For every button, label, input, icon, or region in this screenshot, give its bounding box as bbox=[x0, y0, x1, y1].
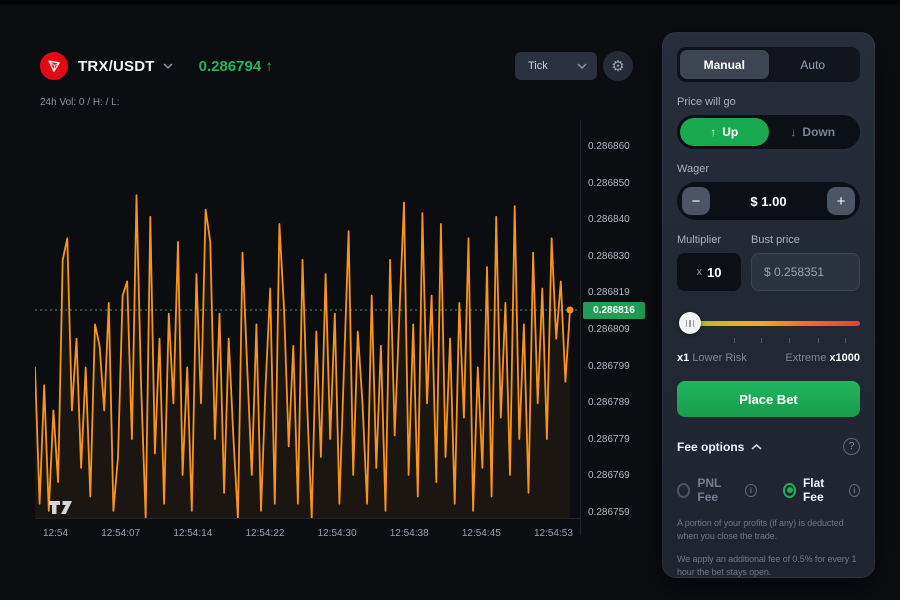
chart-settings-button[interactable]: ⚙ bbox=[603, 51, 633, 81]
up-button[interactable]: ↑ Up bbox=[680, 118, 769, 146]
chevron-down-icon bbox=[163, 63, 173, 69]
y-tick: 0.286769 bbox=[588, 471, 648, 481]
fee-description-2: We apply an additional fee of 0.5% for e… bbox=[677, 553, 860, 579]
y-tick: 0.286819 bbox=[588, 288, 648, 298]
x-tick: 12:54:45 bbox=[462, 528, 501, 539]
minus-icon: − bbox=[692, 193, 701, 210]
last-price: 0.286794 ↑ bbox=[199, 58, 273, 75]
wager-value[interactable]: $ 1.00 bbox=[750, 194, 786, 209]
tab-auto[interactable]: Auto bbox=[769, 50, 858, 79]
x-tick: 12:54 bbox=[43, 528, 68, 539]
top-strip bbox=[0, 0, 900, 5]
risk-slider[interactable] bbox=[677, 312, 860, 336]
x-tick: 12:54:22 bbox=[245, 528, 284, 539]
risk-min-mult: x1 bbox=[677, 352, 689, 364]
help-icon: ? bbox=[849, 441, 855, 452]
y-axis-labels: 0.286860 0.286850 0.286840 0.286830 0.28… bbox=[588, 142, 648, 518]
fee-options-toggle[interactable]: Fee options bbox=[677, 440, 762, 454]
bet-panel: Manual Auto Price will go ↑ Up ↓ Down Wa… bbox=[662, 32, 875, 578]
risk-max-label: Extreme bbox=[785, 352, 826, 364]
y-tick: 0.286759 bbox=[588, 508, 648, 518]
interval-dropdown[interactable]: Tick bbox=[515, 52, 597, 80]
down-arrow-icon: ↓ bbox=[790, 125, 796, 139]
chevron-up-icon bbox=[751, 444, 762, 450]
x-tick: 12:54:38 bbox=[390, 528, 429, 539]
interval-value: Tick bbox=[528, 60, 548, 72]
price-line-chart bbox=[35, 120, 580, 518]
radio-on-icon bbox=[783, 483, 796, 498]
up-arrow-icon: ↑ bbox=[710, 125, 716, 139]
risk-max-mult: x1000 bbox=[829, 352, 860, 364]
fee-help-button[interactable]: ? bbox=[843, 438, 860, 455]
chevron-down-icon bbox=[577, 63, 587, 69]
multiplier-label: Multiplier bbox=[677, 234, 741, 246]
y-tick: 0.286860 bbox=[588, 142, 648, 152]
bust-price-field[interactable]: $ 0.258351 bbox=[751, 253, 860, 291]
gear-icon: ⚙ bbox=[611, 57, 624, 75]
fee-description-1: A portion of your profits (if any) is de… bbox=[677, 517, 860, 543]
flat-fee-radio[interactable]: Flat Fee i bbox=[783, 476, 860, 504]
pair-header: TRX/USDT 0.286794 ↑ bbox=[40, 52, 273, 80]
y-tick: 0.286799 bbox=[588, 362, 648, 372]
price-up-arrow-icon: ↑ bbox=[265, 58, 273, 75]
wager-increase-button[interactable]: + bbox=[827, 187, 855, 215]
direction-label: Price will go bbox=[677, 96, 860, 108]
y-tick: 0.286830 bbox=[588, 252, 648, 262]
trading-app: TRX/USDT 0.286794 ↑ 24h Vol: 0 / H: / L:… bbox=[0, 0, 900, 600]
risk-scale-labels: x1 Lower Risk Extreme x1000 bbox=[677, 352, 860, 364]
risk-slider-ticks bbox=[677, 338, 860, 344]
y-tick: 0.286840 bbox=[588, 215, 648, 225]
x-tick: 12:54:14 bbox=[173, 528, 212, 539]
risk-slider-handle[interactable] bbox=[679, 312, 701, 334]
x-tick: 12:54:53 bbox=[534, 528, 573, 539]
fee-type-radios: PNL Fee i Flat Fee i bbox=[677, 476, 860, 504]
daily-stats: 24h Vol: 0 / H: / L: bbox=[40, 97, 120, 108]
place-bet-button[interactable]: Place Bet bbox=[677, 381, 860, 417]
pnl-fee-radio[interactable]: PNL Fee i bbox=[677, 476, 757, 504]
y-tick: 0.286789 bbox=[588, 398, 648, 408]
current-price-badge: 0.286816 bbox=[583, 302, 645, 319]
pair-name: TRX/USDT bbox=[78, 58, 155, 75]
info-icon: i bbox=[745, 484, 756, 497]
tab-manual[interactable]: Manual bbox=[680, 50, 769, 79]
fee-options-header: Fee options ? bbox=[677, 438, 860, 455]
direction-toggle: ↑ Up ↓ Down bbox=[677, 115, 860, 149]
pair-selector[interactable]: TRX/USDT bbox=[78, 58, 173, 75]
multiplier-input[interactable]: x 10 bbox=[677, 253, 741, 291]
trx-logo-icon bbox=[40, 52, 68, 80]
plus-icon: + bbox=[837, 193, 846, 210]
risk-min-label: Lower Risk bbox=[692, 352, 746, 364]
x-axis-labels: 12:54 12:54:07 12:54:14 12:54:22 12:54:3… bbox=[43, 528, 573, 539]
down-button[interactable]: ↓ Down bbox=[769, 118, 858, 146]
tradingview-logo[interactable] bbox=[48, 500, 75, 520]
x-tick: 12:54:07 bbox=[101, 528, 140, 539]
wager-label: Wager bbox=[677, 163, 860, 175]
y-tick: 0.286809 bbox=[588, 325, 648, 335]
wager-decrease-button[interactable]: − bbox=[682, 187, 710, 215]
x-tick: 12:54:30 bbox=[318, 528, 357, 539]
y-tick: 0.286779 bbox=[588, 435, 648, 445]
y-tick: 0.286850 bbox=[588, 179, 648, 189]
x-axis-line bbox=[35, 518, 581, 519]
wager-input[interactable]: − $ 1.00 + bbox=[677, 182, 860, 220]
risk-slider-track[interactable] bbox=[679, 321, 860, 326]
y-axis-line bbox=[580, 120, 581, 535]
bust-price-label: Bust price bbox=[751, 234, 860, 246]
mode-tabs: Manual Auto bbox=[677, 47, 860, 82]
radio-off-icon bbox=[677, 483, 690, 498]
info-icon: i bbox=[849, 484, 860, 497]
